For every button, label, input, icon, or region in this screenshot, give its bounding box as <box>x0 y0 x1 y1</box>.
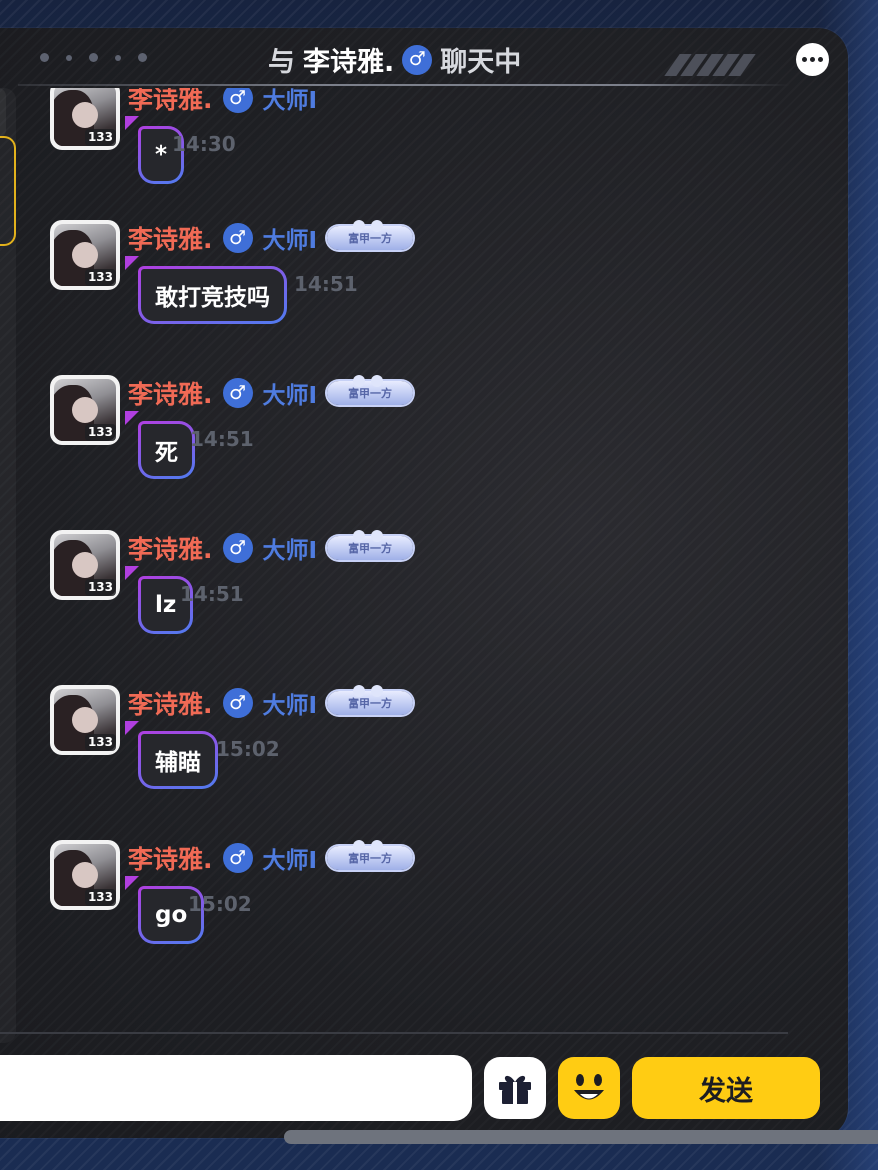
level-badge: 133 <box>84 579 116 596</box>
rank-label: 大师I <box>262 228 318 254</box>
message-bubble[interactable]: 敢打竞技吗 <box>125 256 287 324</box>
rank-label: 大师I <box>262 88 318 114</box>
message-bubble[interactable]: 辅瞄 <box>125 721 218 789</box>
message-time: 15:02 <box>188 892 252 916</box>
avatar[interactable]: 133 <box>50 220 120 290</box>
chat-panel: 与 李诗雅. ♂ 聊天中 133 李诗雅. ♂ 大师I * 14:30 133 李诗雅. ♂ 大师… <box>0 28 848 1138</box>
message-row: 133 李诗雅. ♂ 大师I 富甲一方死 14:51 <box>50 375 470 505</box>
message-time: 15:02 <box>216 737 280 761</box>
level-badge: 133 <box>84 889 116 906</box>
smiley-face-icon <box>574 1074 604 1100</box>
message-text: 敢打竞技吗 <box>155 285 270 311</box>
sender-name[interactable]: 李诗雅. <box>128 220 213 256</box>
title-badge: 富甲一方 <box>327 840 414 870</box>
bubble-tail <box>125 116 139 130</box>
emoji-button[interactable] <box>558 1057 620 1119</box>
header-slashes-decoration <box>664 54 756 76</box>
bubble-tail <box>125 411 139 425</box>
avatar[interactable]: 133 <box>50 530 120 600</box>
title-prefix: 与 <box>268 47 295 78</box>
chat-status: 聊天中 <box>440 47 522 78</box>
chat-header: 与 李诗雅. ♂ 聊天中 <box>0 28 848 86</box>
horizontal-scrollbar[interactable] <box>284 1130 878 1144</box>
message-text: go <box>155 902 188 928</box>
avatar[interactable]: 133 <box>50 88 120 150</box>
bubble-tail <box>125 876 139 890</box>
title-badge: 富甲一方 <box>327 220 414 250</box>
sender-name[interactable]: 李诗雅. <box>128 530 213 566</box>
message-text: 辅瞄 <box>155 750 201 776</box>
level-badge: 133 <box>84 129 116 146</box>
message-list[interactable]: 133 李诗雅. ♂ 大师I * 14:30 133 李诗雅. ♂ 大师I 富甲一方 敢打竞技吗 14:… <box>0 88 848 1043</box>
sender-info: 李诗雅. ♂ 大师I 富甲一方 <box>128 530 414 566</box>
header-dots-decoration <box>40 53 147 62</box>
avatar[interactable]: 133 <box>50 840 120 910</box>
male-gender-icon: ♂ <box>222 688 253 718</box>
rank-label: 大师I <box>262 538 318 564</box>
sender-name[interactable]: 李诗雅. <box>128 375 213 411</box>
bubble-tail <box>125 721 139 735</box>
rank-label: 大师I <box>262 383 318 409</box>
male-gender-icon: ♂ <box>222 378 253 408</box>
message-bubble[interactable]: 死 <box>125 411 195 479</box>
rank-label: 大师I <box>262 848 318 874</box>
title-badge: 富甲一方 <box>327 685 414 715</box>
chat-title: 与 李诗雅. ♂ 聊天中 <box>268 40 521 79</box>
message-row: 133 李诗雅. ♂ 大师I 富甲一方敢打竞技吗 14:51 <box>50 220 470 350</box>
gift-icon <box>499 1075 531 1104</box>
message-input[interactable] <box>0 1055 472 1121</box>
avatar[interactable]: 133 <box>50 375 120 445</box>
message-text: lz <box>155 592 177 618</box>
partner-name: 李诗雅. <box>303 47 395 78</box>
message-row: 133 李诗雅. ♂ 大师I 富甲一方 go 15:02 <box>50 840 470 970</box>
message-time: 14:51 <box>180 582 244 606</box>
header-divider <box>18 84 790 86</box>
sender-name[interactable]: 李诗雅. <box>128 685 213 721</box>
message-row: 133 李诗雅. ♂ 大师I * 14:30 <box>50 88 470 210</box>
level-badge: 133 <box>84 424 116 441</box>
sender-info: 李诗雅. ♂ 大师I 富甲一方 <box>128 685 414 721</box>
male-gender-icon: ♂ <box>222 533 253 563</box>
sender-info: 李诗雅. ♂ 大师I 富甲一方 <box>128 375 414 411</box>
message-text: * <box>155 142 168 168</box>
bubble-tail <box>125 566 139 580</box>
level-badge: 133 <box>84 269 116 286</box>
message-time: 14:51 <box>190 427 254 451</box>
footer-divider <box>0 1032 788 1034</box>
gift-button[interactable] <box>484 1057 546 1119</box>
avatar[interactable]: 133 <box>50 685 120 755</box>
message-text: 死 <box>155 440 178 466</box>
sender-info: 李诗雅. ♂ 大师I <box>128 88 317 116</box>
rank-label: 大师I <box>262 693 318 719</box>
message-row: 133 李诗雅. ♂ 大师I 富甲一方 lz 14:51 <box>50 530 470 660</box>
male-gender-icon: ♂ <box>222 223 253 253</box>
sender-info: 李诗雅. ♂ 大师I 富甲一方 <box>128 840 414 876</box>
sender-name[interactable]: 李诗雅. <box>128 840 213 876</box>
message-time: 14:30 <box>172 132 236 156</box>
male-gender-icon: ♂ <box>222 843 253 873</box>
level-badge: 133 <box>84 734 116 751</box>
message-time: 14:51 <box>294 272 358 296</box>
title-badge: 富甲一方 <box>327 530 414 560</box>
male-gender-icon: ♂ <box>222 88 253 113</box>
sender-name[interactable]: 李诗雅. <box>128 88 213 116</box>
male-gender-icon: ♂ <box>402 44 433 75</box>
message-row: 133 李诗雅. ♂ 大师I 富甲一方辅瞄 15:02 <box>50 685 470 815</box>
more-dots-icon[interactable] <box>796 43 829 76</box>
title-badge: 富甲一方 <box>327 375 414 405</box>
sender-info: 李诗雅. ♂ 大师I 富甲一方 <box>128 220 414 256</box>
bubble-tail <box>125 256 139 270</box>
send-button[interactable]: 发送 <box>632 1057 820 1119</box>
